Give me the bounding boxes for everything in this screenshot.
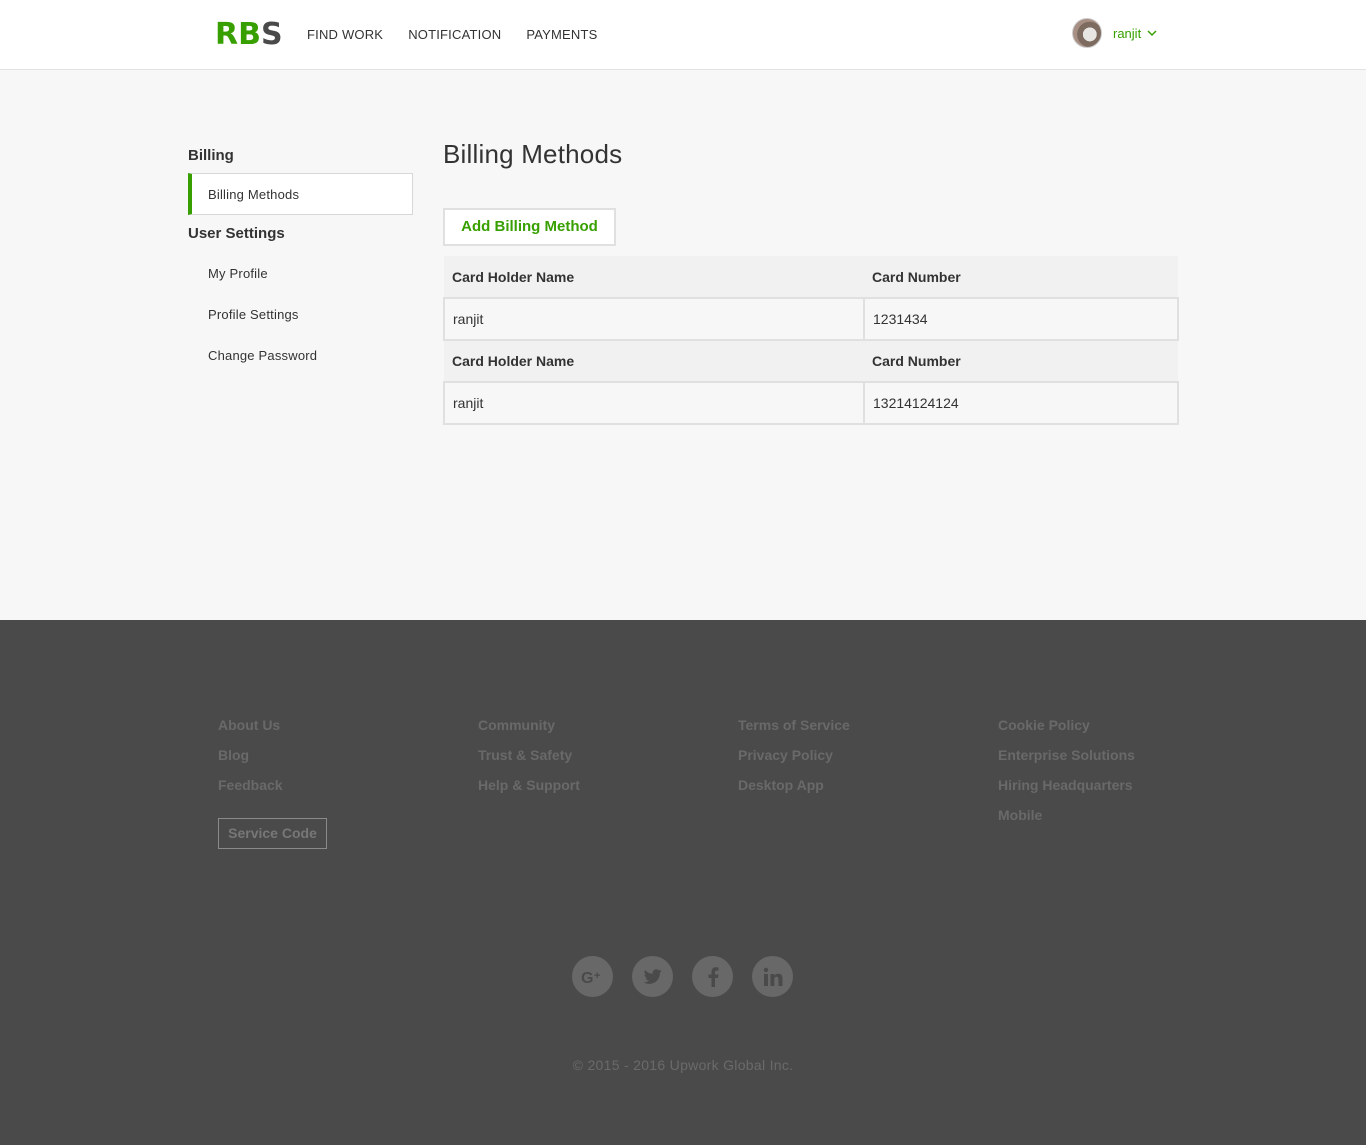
- footer-link-mobile[interactable]: Mobile: [998, 806, 1135, 836]
- sidebar-item-change-password[interactable]: Change Password: [188, 335, 413, 376]
- user-menu[interactable]: ranjit: [1072, 18, 1157, 48]
- avatar: [1072, 18, 1102, 48]
- footer-column-4: Cookie Policy Enterprise Solutions Hirin…: [998, 716, 1135, 836]
- column-header-card-holder: Card Holder Name: [444, 256, 864, 298]
- main-nav: FIND WORK NOTIFICATION PAYMENTS: [307, 27, 623, 43]
- table-row: ranjit 13214124124: [443, 381, 1179, 425]
- footer-link-help-support[interactable]: Help & Support: [478, 776, 580, 806]
- sidebar-heading-user-settings: User Settings: [188, 225, 285, 242]
- card-number-cell: 1231434: [863, 297, 1179, 341]
- rbs-logo[interactable]: RBS: [215, 19, 283, 51]
- social-links: G +: [572, 956, 812, 997]
- service-code-button[interactable]: Service Code: [218, 818, 327, 849]
- page-title: Billing Methods: [443, 139, 623, 169]
- footer-link-desktop-app[interactable]: Desktop App: [738, 776, 850, 806]
- site-footer: About Us Blog Feedback Community Trust &…: [0, 620, 1366, 1145]
- linkedin-icon[interactable]: [752, 956, 793, 997]
- footer-link-blog[interactable]: Blog: [218, 746, 283, 776]
- sidebar-heading-billing: Billing: [188, 147, 234, 164]
- table-header-row: Card Holder Name Card Number: [444, 340, 1178, 382]
- twitter-icon[interactable]: [632, 956, 673, 997]
- svg-text:+: +: [594, 970, 600, 982]
- column-header-card-holder: Card Holder Name: [444, 340, 864, 382]
- copyright-text: © 2015 - 2016 Upwork Global Inc.: [572, 1057, 794, 1073]
- table-header-row: Card Holder Name Card Number: [444, 256, 1178, 298]
- column-header-card-number: Card Number: [864, 340, 1178, 382]
- footer-column-2: Community Trust & Safety Help & Support: [478, 716, 580, 806]
- footer-link-enterprise[interactable]: Enterprise Solutions: [998, 746, 1135, 776]
- column-header-card-number: Card Number: [864, 256, 1178, 298]
- sidebar-item-my-profile[interactable]: My Profile: [188, 253, 413, 294]
- settings-sidebar: Billing Billing Methods User Settings My…: [188, 147, 413, 376]
- top-navbar: RBS FIND WORK NOTIFICATION PAYMENTS ranj…: [0, 0, 1366, 70]
- nav-payments[interactable]: PAYMENTS: [526, 27, 597, 43]
- add-billing-method-button[interactable]: Add Billing Method: [443, 208, 616, 246]
- table-row: ranjit 1231434: [443, 297, 1179, 341]
- footer-link-about-us[interactable]: About Us: [218, 716, 283, 746]
- facebook-icon[interactable]: [692, 956, 733, 997]
- user-name: ranjit: [1113, 25, 1142, 41]
- footer-column-3: Terms of Service Privacy Policy Desktop …: [738, 716, 850, 806]
- footer-link-hiring-hq[interactable]: Hiring Headquarters: [998, 776, 1135, 806]
- footer-link-cookie-policy[interactable]: Cookie Policy: [998, 716, 1135, 746]
- card-number-cell: 13214124124: [863, 381, 1179, 425]
- nav-find-work[interactable]: FIND WORK: [307, 27, 383, 43]
- footer-link-feedback[interactable]: Feedback: [218, 776, 283, 806]
- chevron-down-icon: [1147, 24, 1157, 42]
- footer-link-community[interactable]: Community: [478, 716, 580, 746]
- billing-methods-table: Card Holder Name Card Number ranjit 1231…: [443, 256, 1179, 425]
- footer-link-terms[interactable]: Terms of Service: [738, 716, 850, 746]
- svg-text:G: G: [581, 970, 593, 986]
- nav-notification[interactable]: NOTIFICATION: [408, 27, 501, 43]
- footer-link-privacy[interactable]: Privacy Policy: [738, 746, 850, 776]
- main-content: Billing Methods Add Billing Method Card …: [443, 137, 1179, 425]
- card-holder-cell: ranjit: [443, 381, 865, 425]
- google-plus-icon[interactable]: G +: [572, 956, 613, 997]
- card-holder-cell: ranjit: [443, 297, 865, 341]
- footer-link-trust-safety[interactable]: Trust & Safety: [478, 746, 580, 776]
- sidebar-item-billing-methods[interactable]: Billing Methods: [188, 173, 413, 215]
- footer-column-1: About Us Blog Feedback: [218, 716, 283, 806]
- sidebar-item-profile-settings[interactable]: Profile Settings: [188, 294, 413, 335]
